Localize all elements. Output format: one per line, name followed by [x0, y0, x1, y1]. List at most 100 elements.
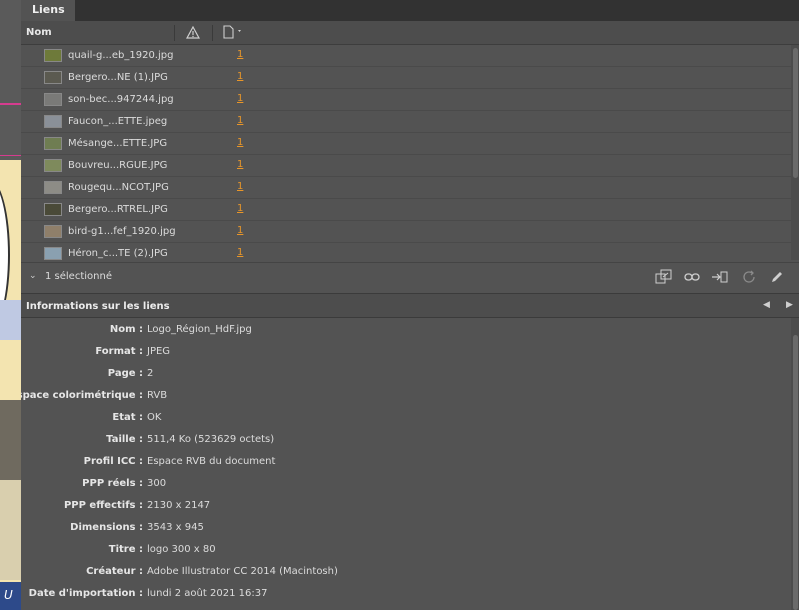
info-row: Dimensions : 3543 x 945 [21, 516, 791, 538]
link-thumbnail [44, 115, 62, 128]
info-label: Titre : [108, 544, 143, 555]
collapse-chevron-icon[interactable]: ⌄ [29, 271, 37, 281]
link-filename: Héron_c...TE (2).JPG [68, 248, 168, 259]
relink-to-folder-icon[interactable] [655, 269, 672, 285]
link-row[interactable]: Rougequ...NCOT.JPG 1 [21, 177, 791, 199]
link-thumbnail [44, 247, 62, 260]
column-name-header[interactable]: Nom [26, 27, 52, 38]
previous-link-icon[interactable]: ◀ [763, 300, 770, 310]
info-row: Taille : 511,4 Ko (523629 octets) [21, 428, 791, 450]
canvas-image [0, 400, 21, 480]
link-page-number[interactable]: 1 [237, 93, 243, 104]
links-scrollbar-thumb[interactable] [793, 48, 798, 178]
link-page-number[interactable]: 1 [237, 203, 243, 214]
selection-bar: ⌄ 1 sélectionné [21, 262, 799, 290]
info-value: logo 300 x 80 [147, 544, 216, 555]
link-info-header: Informations sur les liens ◀ ▶ [21, 293, 799, 318]
link-page-number[interactable]: 1 [237, 71, 243, 82]
links-column-header: Nom [21, 21, 799, 45]
canvas-footer-text: U [0, 582, 21, 610]
link-thumbnail [44, 137, 62, 150]
link-thumbnail [44, 225, 62, 238]
panel-tab-bar: Liens [21, 0, 799, 21]
link-row[interactable]: Héron_c...TE (2).JPG 1 [21, 243, 791, 260]
link-thumbnail [44, 93, 62, 106]
link-filename: son-bec...947244.jpg [68, 94, 174, 105]
info-row: PPP réels : 300 [21, 472, 791, 494]
link-thumbnail [44, 71, 62, 84]
info-row: Profil ICC : Espace RVB du document [21, 450, 791, 472]
link-page-number[interactable]: 1 [237, 137, 243, 148]
info-value: 2 [147, 368, 154, 379]
link-row[interactable]: quail-g...eb_1920.jpg 1 [21, 45, 791, 67]
link-row[interactable]: Mésange...ETTE.JPG 1 [21, 133, 791, 155]
link-filename: Bergero...NE (1).JPG [68, 72, 168, 83]
info-label: PPP réels : [82, 478, 143, 489]
info-value: 511,4 Ko (523629 octets) [147, 434, 275, 445]
link-row[interactable]: Bergero...RTREL.JPG 1 [21, 199, 791, 221]
link-info-title: Informations sur les liens [26, 301, 170, 312]
selection-count: 1 sélectionné [45, 271, 112, 282]
info-row: Nom : Logo_Région_HdF.jpg [21, 318, 791, 340]
link-thumbnail [44, 49, 62, 62]
info-row: Créateur : Adobe Illustrator CC 2014 (Mac… [21, 560, 791, 582]
link-page-number[interactable]: 1 [237, 159, 243, 170]
link-row[interactable]: bird-g1...fef_1920.jpg 1 [21, 221, 791, 243]
info-row: Format : JPEG [21, 340, 791, 362]
link-filename: Faucon_...ETTE.jpeg [68, 116, 168, 127]
info-value: 2130 x 2147 [147, 500, 211, 511]
info-label: Profil ICC : [83, 456, 143, 467]
info-row: Titre : logo 300 x 80 [21, 538, 791, 560]
info-label: Format : [95, 346, 143, 357]
info-value: 3543 x 945 [147, 522, 204, 533]
next-link-icon[interactable]: ▶ [786, 300, 793, 310]
info-value: lundi 2 août 2021 16:37 [147, 588, 268, 599]
link-row[interactable]: Faucon_...ETTE.jpeg 1 [21, 111, 791, 133]
tab-liens[interactable]: Liens [21, 0, 75, 21]
link-thumbnail [44, 159, 62, 172]
link-page-number[interactable]: 1 [237, 247, 243, 258]
link-page-number[interactable]: 1 [237, 115, 243, 126]
info-row: Espace colorimétrique : RVB [21, 384, 791, 406]
link-filename: bird-g1...fef_1920.jpg [68, 226, 176, 237]
info-value: 300 [147, 478, 167, 489]
link-page-number[interactable]: 1 [237, 49, 243, 60]
info-row: Page : 2 [21, 362, 791, 384]
info-value: Espace RVB du document [147, 456, 276, 467]
edit-original-icon[interactable] [769, 269, 785, 285]
update-link-icon[interactable] [741, 269, 757, 285]
go-to-link-icon[interactable] [711, 269, 728, 285]
canvas-shape-blue [0, 300, 21, 340]
link-filename: Rougequ...NCOT.JPG [68, 182, 169, 193]
link-row[interactable]: son-bec...947244.jpg 1 [21, 89, 791, 111]
info-value: OK [147, 412, 162, 423]
relink-icon[interactable] [684, 269, 700, 285]
warning-icon[interactable] [186, 26, 200, 39]
info-label: Page : [107, 368, 143, 379]
column-divider[interactable] [174, 25, 175, 41]
info-label: Date d'importation : [28, 588, 143, 599]
info-row: PPP effectifs : 2130 x 2147 [21, 494, 791, 516]
info-scrollbar-thumb[interactable] [793, 335, 798, 610]
link-page-number[interactable]: 1 [237, 225, 243, 236]
canvas-image-light [0, 480, 21, 580]
info-label: Taille : [106, 434, 143, 445]
link-row[interactable]: Bouvreu...RGUE.JPG 1 [21, 155, 791, 177]
link-row[interactable]: Bergero...NE (1).JPG 1 [21, 67, 791, 89]
info-label: PPP effectifs : [63, 500, 143, 511]
column-divider[interactable] [212, 25, 213, 41]
link-filename: Bouvreu...RGUE.JPG [68, 160, 168, 171]
link-page-number[interactable]: 1 [237, 181, 243, 192]
info-label: Etat : [112, 412, 143, 423]
link-filename: Mésange...ETTE.JPG [68, 138, 168, 149]
info-label: Dimensions : [70, 522, 143, 533]
info-label: Espace colorimétrique : [21, 390, 143, 401]
page-column-icon[interactable] [222, 25, 244, 39]
document-canvas-strip: U [0, 0, 21, 610]
info-row: Etat : OK [21, 406, 791, 428]
canvas-pasteboard [0, 0, 21, 160]
link-filename: Bergero...RTREL.JPG [68, 204, 168, 215]
link-filename: quail-g...eb_1920.jpg [68, 50, 174, 61]
info-value: JPEG [147, 346, 171, 357]
link-thumbnail [44, 203, 62, 216]
